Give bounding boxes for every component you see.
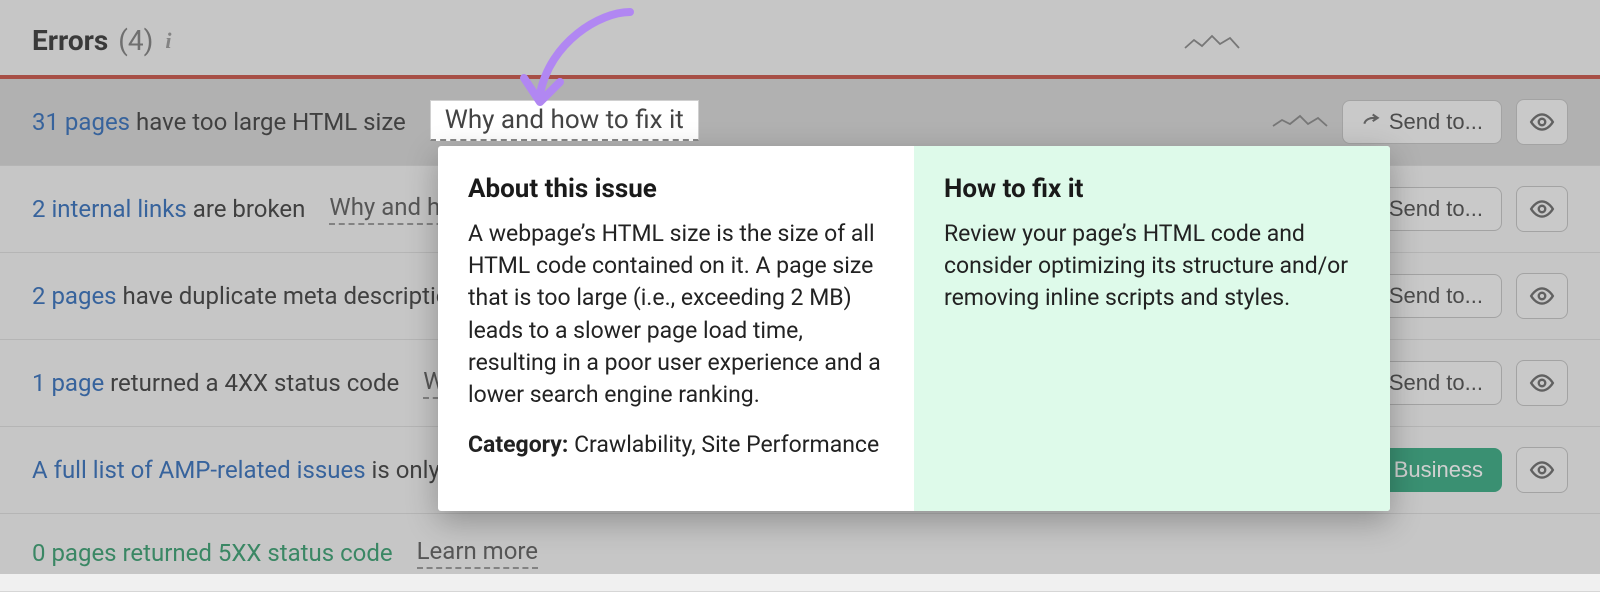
errors-section-header: Errors (4) i [0,0,1600,75]
issue-link[interactable]: 0 pages returned 5XX status code [32,539,393,567]
about-column: About this issue A webpage’s HTML size i… [438,146,914,511]
send-to-label: Send to... [1389,109,1483,135]
why-how-link[interactable]: Why and how to fix it [430,100,699,141]
issue-text: 0 pages returned 5XX status code [32,539,393,567]
sparkline-icon [1184,30,1240,54]
fix-title: How to fix it [944,174,1360,204]
view-button[interactable] [1516,99,1568,145]
send-to-label: Send to... [1389,370,1483,396]
fix-column: How to fix it Review your page’s HTML co… [914,146,1390,511]
business-badge-button[interactable]: Business [1375,448,1502,492]
issue-text: 1 page returned a 4XX status code [32,369,399,397]
errors-count: (4) [118,24,153,57]
issue-link[interactable]: 2 pages [32,282,117,310]
issue-rest: returned a 4XX status code [104,369,399,397]
send-to-label: Send to... [1389,283,1483,309]
eye-icon [1529,283,1555,309]
eye-icon [1529,109,1555,135]
issue-link[interactable]: A full list of AMP-related issues [32,456,366,484]
issue-row[interactable]: 0 pages returned 5XX status code Learn m… [0,514,1600,592]
row-actions: Business [1375,447,1568,493]
issue-text: 31 pages have too large HTML size [32,108,406,136]
issue-rest: have duplicate meta descriptions [117,282,476,310]
category-label: Category: [468,431,568,458]
send-to-button[interactable]: Send to... [1342,100,1502,144]
eye-icon [1529,370,1555,396]
business-label: Business [1394,457,1483,483]
send-to-label: Send to... [1389,196,1483,222]
issue-rest: have too large HTML size [130,108,406,136]
category-value: Crawlability, Site Performance [568,431,879,458]
issue-link[interactable]: 2 internal links [32,195,187,223]
about-body: A webpage’s HTML size is the size of all… [468,218,884,411]
about-title: About this issue [468,174,884,204]
view-button[interactable] [1516,360,1568,406]
issue-text: 2 pages have duplicate meta descriptions [32,282,475,310]
issue-help-popover: About this issue A webpage’s HTML size i… [438,146,1390,511]
row-actions: Send to... [1272,99,1568,145]
sparkline-icon [1272,110,1328,134]
learn-more-link[interactable]: Learn more [417,537,538,569]
view-button[interactable] [1516,186,1568,232]
issue-rest: are broken [187,195,306,223]
view-button[interactable] [1516,447,1568,493]
info-icon[interactable]: i [165,28,171,54]
eye-icon [1529,196,1555,222]
errors-title: Errors [32,24,108,57]
category-line: Category: Crawlability, Site Performance [468,429,884,461]
fix-body: Review your page’s HTML code and conside… [944,218,1360,315]
issue-text: 2 internal links are broken [32,195,305,223]
share-arrow-icon [1361,112,1381,132]
issue-link[interactable]: 1 page [32,369,104,397]
eye-icon [1529,457,1555,483]
view-button[interactable] [1516,273,1568,319]
issue-link[interactable]: 31 pages [32,108,130,136]
